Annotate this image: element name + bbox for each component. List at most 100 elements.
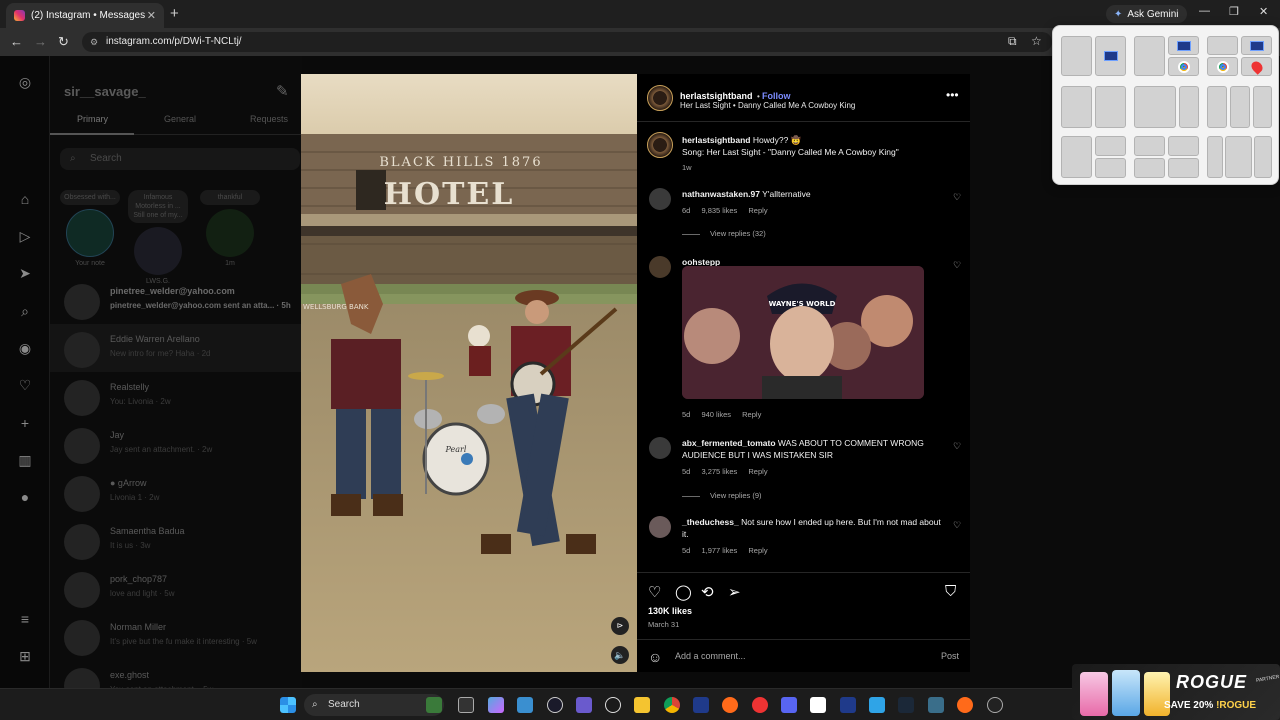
restore-button[interactable]: ❐ (1229, 5, 1239, 18)
like-comment-icon[interactable]: ♡ (953, 441, 961, 452)
snap-zone[interactable] (1168, 36, 1199, 55)
dm-username[interactable]: sir__savage_ (64, 84, 146, 99)
conversation-item[interactable]: Samaentha Badua It is us · 3w (50, 516, 302, 564)
messages-icon[interactable]: ➤ (17, 265, 33, 281)
dashboard-icon[interactable]: ▥ (17, 452, 33, 468)
caption-username[interactable]: herlastsightband (682, 135, 750, 145)
like-comment-icon[interactable]: ♡ (953, 520, 961, 531)
commenter-avatar[interactable] (649, 188, 671, 210)
follow-button[interactable]: Follow (762, 91, 791, 101)
repost-icon[interactable]: ⟲ (701, 583, 714, 601)
also-from-meta-icon[interactable]: ⊞ (17, 648, 33, 664)
ms-app-icon[interactable] (693, 697, 709, 713)
monitor-app-icon[interactable] (517, 697, 533, 713)
post-video[interactable]: BLACK HILLS 1876 HOTEL WELLSBURG BANK Pe… (301, 74, 637, 672)
snap-zone[interactable] (1179, 86, 1199, 128)
comment-bubble-icon[interactable]: ◯ (675, 583, 692, 601)
snap-zone[interactable] (1134, 136, 1165, 156)
snap-zone[interactable] (1241, 36, 1272, 55)
emoji-icon[interactable]: ☺ (648, 649, 662, 665)
snap-zone[interactable] (1207, 136, 1223, 178)
comment-input[interactable]: Add a comment... (675, 651, 746, 661)
post-comment-button[interactable]: Post (941, 651, 959, 661)
snap-zone[interactable] (1134, 36, 1165, 76)
view-replies-button[interactable]: View replies (32) (682, 229, 766, 238)
ask-gemini-button[interactable]: ✦ Ask Gemini (1106, 5, 1187, 23)
taskbar-search[interactable]: ⌕ Search (304, 694, 444, 716)
author-avatar[interactable] (647, 132, 673, 158)
more-options-icon[interactable]: ••• (946, 88, 959, 102)
create-icon[interactable]: + (17, 415, 33, 431)
snap-zone[interactable] (1095, 36, 1126, 76)
comment-likes[interactable]: 940 likes (701, 410, 731, 419)
dm-search-input[interactable]: ⌕ Search (60, 148, 300, 170)
maps-pin-icon[interactable] (752, 697, 768, 713)
commenter-avatar[interactable] (649, 256, 671, 278)
conversation-item[interactable]: ● gArrow Livonia 1 · 2w (50, 468, 302, 516)
conversation-item[interactable]: Jay Jay sent an attachment. · 2w (50, 420, 302, 468)
copilot-icon[interactable] (488, 697, 504, 713)
address-bar[interactable]: ⚙ instagram.com/p/DWi-T-NCLtj/ (82, 32, 1052, 52)
site-info-icon[interactable]: ⚙ (90, 32, 98, 52)
reload-icon[interactable]: ↻ (58, 34, 69, 50)
capcut-icon[interactable] (810, 697, 826, 713)
reply-button[interactable]: Reply (748, 467, 767, 476)
snap-zone[interactable] (1207, 36, 1238, 55)
view-replies-button[interactable]: View replies (9) (682, 491, 762, 500)
search-icon[interactable]: ⌕ (17, 303, 33, 319)
widgets-icon[interactable] (426, 697, 442, 713)
close-window-button[interactable]: ✕ (1259, 5, 1268, 18)
minimize-button[interactable]: — (1199, 5, 1210, 17)
tab-requests[interactable]: Requests (250, 114, 288, 124)
conversation-item[interactable]: pork_chop787 love and light · 5w (50, 564, 302, 612)
ms-app-icon[interactable] (840, 697, 856, 713)
snap-zone[interactable] (1061, 86, 1092, 128)
like-comment-icon[interactable]: ♡ (953, 260, 961, 271)
new-tab-button[interactable]: + (170, 5, 179, 22)
conversation-item[interactable]: pinetree_welder@yahoo.com pinetree_welde… (50, 276, 302, 324)
app-icon[interactable] (547, 697, 563, 713)
soundcloud-icon[interactable] (957, 697, 973, 713)
snap-zone[interactable] (1254, 136, 1272, 178)
task-view-icon[interactable] (458, 697, 474, 713)
reply-button[interactable]: Reply (748, 546, 767, 555)
forward-icon[interactable]: → (34, 34, 47, 49)
snap-zone[interactable] (1241, 57, 1272, 76)
snap-zone[interactable] (1095, 86, 1126, 128)
snap-zone[interactable] (1134, 158, 1165, 178)
like-comment-icon[interactable]: ♡ (953, 192, 961, 203)
note-item[interactable]: thankful 1m (200, 190, 260, 267)
commenter-avatar[interactable] (649, 516, 671, 538)
tagged-users-icon[interactable]: ⊳ (611, 617, 629, 635)
author-avatar[interactable] (647, 85, 673, 111)
snap-zone[interactable] (1230, 86, 1250, 128)
reply-button[interactable]: Reply (748, 206, 767, 215)
commenter-username[interactable]: abx_fermented_tomato (682, 438, 776, 448)
author-username[interactable]: herlastsightband (680, 91, 753, 101)
compose-icon[interactable]: ✎ (276, 82, 289, 100)
snap-zone[interactable] (1134, 86, 1176, 128)
install-app-icon[interactable]: ⧉ (1008, 34, 1017, 49)
conversation-item[interactable]: Eddie Warren Arellano New intro for me? … (50, 324, 302, 372)
snap-zone[interactable] (1061, 136, 1092, 178)
more-menu-icon[interactable]: ≡ (17, 611, 33, 627)
comment-likes[interactable]: 9,835 likes (701, 206, 737, 215)
commenter-username[interactable]: _theduchess_ (682, 517, 739, 527)
bookmark-star-icon[interactable]: ☆ (1031, 34, 1042, 48)
discord-icon[interactable] (781, 697, 797, 713)
chrome-icon[interactable] (664, 697, 680, 713)
commenter-username[interactable]: nathanwastaken.97 (682, 189, 760, 199)
snap-zone[interactable] (1168, 57, 1199, 76)
reply-button[interactable]: Reply (742, 410, 761, 419)
soundcloud-icon[interactable] (722, 697, 738, 713)
start-menu-icon[interactable] (280, 697, 296, 713)
comment-gif[interactable]: WAYNE'S WORLD (682, 266, 924, 399)
save-bookmark-icon[interactable]: ⛉ (945, 583, 956, 600)
grid-app-icon[interactable] (576, 697, 592, 713)
profile-avatar-icon[interactable]: ● (17, 489, 33, 505)
home-icon[interactable]: ⌂ (17, 191, 33, 207)
snap-zone[interactable] (1095, 136, 1126, 156)
tab-general[interactable]: General (164, 114, 196, 124)
back-icon[interactable]: ← (10, 34, 23, 49)
comment-likes[interactable]: 3,275 likes (701, 467, 737, 476)
